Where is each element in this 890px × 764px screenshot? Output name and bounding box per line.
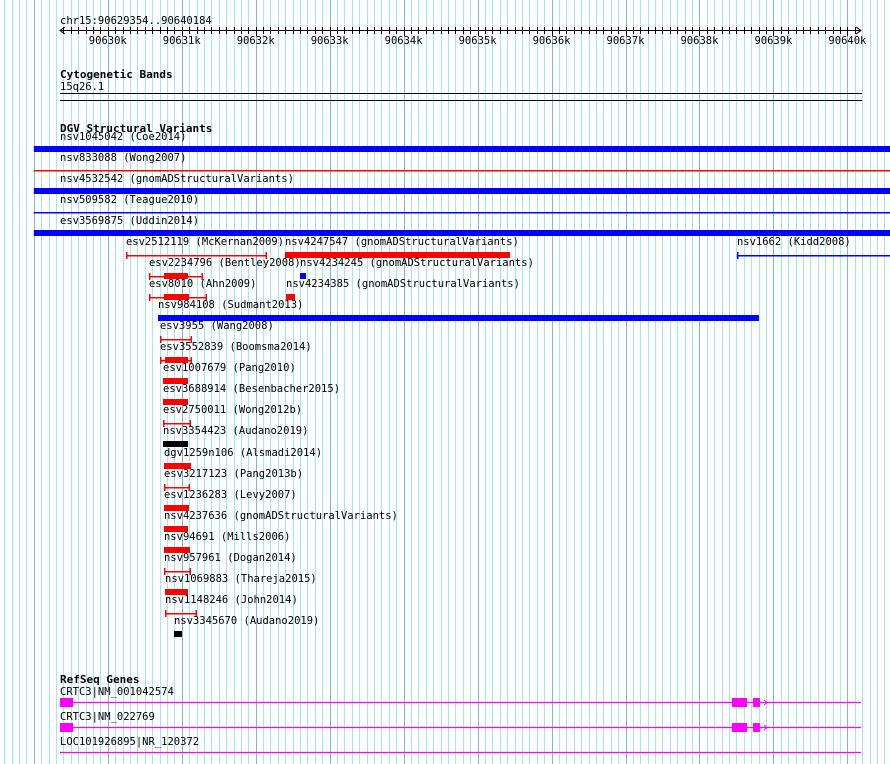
gene-exon[interactable] bbox=[753, 698, 760, 707]
structural-variant-feature[interactable]: nsv833088 (Wong2007) bbox=[33, 152, 890, 172]
structural-variant-feature[interactable]: nsv1662 (Kidd2008) bbox=[736, 236, 890, 259]
genome-browser-canvas[interactable]: chr15:90629354..90640184 90630k 90631k 906… bbox=[0, 0, 890, 764]
variant-line[interactable] bbox=[33, 212, 890, 214]
variant-start-cap bbox=[159, 357, 162, 364]
structural-variant-feature[interactable]: esv2750011 (Wong2012b) bbox=[163, 404, 302, 427]
variant-label: esv1007679 (Pang2010) bbox=[163, 362, 296, 374]
variant-label: nsv509582 (Teague2010) bbox=[60, 194, 199, 206]
structural-variant-feature[interactable]: esv3552839 (Boomsma2014) bbox=[159, 341, 312, 364]
variant-line[interactable] bbox=[33, 170, 890, 172]
structural-variant-feature[interactable]: esv2512119 (McKernan2009) bbox=[125, 236, 284, 259]
variant-label: nsv957961 (Dogan2014) bbox=[164, 552, 297, 564]
ruler-tick-label: 90630k bbox=[89, 35, 128, 47]
track-divider bbox=[60, 100, 862, 101]
structural-variant-feature[interactable]: esv3569875 (Uddin2014) bbox=[33, 215, 890, 236]
structural-variant-feature[interactable]: nsv1148246 (John2014) bbox=[165, 594, 298, 617]
variant-start-cap bbox=[148, 294, 151, 301]
structural-variant-feature[interactable]: nsv957961 (Dogan2014) bbox=[163, 552, 297, 575]
ruler-tick-label: 90633k bbox=[311, 35, 350, 47]
variant-label: nsv4532542 (gnomADStructuralVariants) bbox=[60, 173, 294, 185]
variant-label: esv3688914 (Besenbacher2015) bbox=[163, 383, 340, 395]
gene-exon[interactable] bbox=[753, 723, 760, 732]
grid-lines bbox=[4, 0, 885, 764]
structural-variant-feature[interactable]: nsv1045042 (Coe2014) bbox=[33, 131, 890, 152]
ruler-tick-label: 90639k bbox=[754, 35, 793, 47]
ruler-tick-label: 90635k bbox=[459, 35, 498, 47]
gene-feature[interactable]: CRTC3|NM_001042574 bbox=[60, 686, 861, 707]
gene-label: CRTC3|NM_022769 bbox=[60, 711, 155, 723]
variant-label: nsv1045042 (Coe2014) bbox=[60, 131, 186, 143]
structural-variant-feature[interactable]: nsv4247547 (gnomADStructuralVariants) bbox=[284, 236, 519, 258]
variant-label: nsv1148246 (John2014) bbox=[165, 594, 298, 606]
refseq-track-title: RefSeq Genes bbox=[60, 673, 139, 686]
variant-label: nsv4247547 (gnomADStructuralVariants) bbox=[285, 236, 519, 248]
variant-label: esv8010 (Ahn2009) bbox=[149, 278, 256, 290]
variant-label: nsv1069883 (Thareja2015) bbox=[165, 573, 317, 585]
structural-variant-feature[interactable]: nsv509582 (Teague2010) bbox=[33, 194, 890, 214]
variant-label: esv2512119 (McKernan2009) bbox=[126, 236, 284, 248]
structural-variant-feature[interactable]: nsv94691 (Mills2006) bbox=[163, 531, 290, 553]
gene-label: CRTC3|NM_001042574 bbox=[60, 686, 174, 698]
variant-line[interactable] bbox=[736, 255, 890, 257]
ruler-tick-label: 90638k bbox=[680, 35, 719, 47]
ruler-tick-label: 90632k bbox=[237, 35, 276, 47]
variant-label: esv3217123 (Pang2013b) bbox=[164, 468, 303, 480]
variant-label: dgv1259n106 (Alsmadi2014) bbox=[164, 447, 322, 459]
structural-variant-feature[interactable]: esv8010 (Ahn2009) bbox=[148, 278, 256, 301]
gene-exon[interactable] bbox=[60, 723, 74, 732]
cytogenetic-bands-track: Cytogenetic Bands 15q26.1 bbox=[60, 68, 862, 101]
ruler-tick-label: 90631k bbox=[163, 35, 202, 47]
gene-exon[interactable] bbox=[732, 698, 748, 707]
variant-label: nsv1662 (Kidd2008) bbox=[737, 236, 851, 248]
gene-exon[interactable] bbox=[60, 698, 74, 707]
structural-variant-feature[interactable]: esv2234796 (Bentley2008) bbox=[148, 257, 301, 280]
variant-start-cap bbox=[125, 252, 128, 259]
variant-label: nsv833088 (Wong2007) bbox=[60, 152, 186, 164]
variant-label: esv3552839 (Boomsma2014) bbox=[160, 341, 312, 353]
variant-label: esv2750011 (Wong2012b) bbox=[163, 404, 302, 416]
ruler-tick-label: 90640k bbox=[828, 35, 867, 47]
gene-label: LOC101926895|NR_120372 bbox=[60, 736, 199, 748]
location-label: chr15:90629354..90640184 bbox=[60, 15, 212, 27]
variant-label: nsv3354423 (Audano2019) bbox=[163, 425, 308, 437]
structural-variant-feature[interactable]: nsv3345670 (Audano2019) bbox=[173, 615, 319, 637]
variant-label: esv1236283 (Levy2007) bbox=[164, 489, 297, 501]
variant-start-cap bbox=[736, 252, 739, 259]
variant-label: nsv94691 (Mills2006) bbox=[164, 531, 290, 543]
cytoband-label: 15q26.1 bbox=[60, 81, 104, 93]
structural-variant-feature[interactable]: dgv1259n106 (Alsmadi2014) bbox=[163, 447, 322, 469]
structural-variant-feature[interactable]: nsv4234385 (gnomADStructuralVariants) bbox=[286, 278, 520, 300]
variant-label: nsv4237636 (gnomADStructuralVariants) bbox=[164, 510, 398, 522]
ruler-tick-label: 90637k bbox=[607, 35, 646, 47]
variant-label: esv3955 (Wang2008) bbox=[160, 320, 274, 332]
refseq-genes-track: RefSeq Genes CRTC3|NM_001042574 CRTC3|NM_… bbox=[60, 673, 861, 754]
variant-label: nsv984108 (Sudmant2013) bbox=[158, 299, 303, 311]
variant-label: esv2234796 (Bentley2008) bbox=[149, 257, 301, 269]
ruler-tick-label: 90634k bbox=[385, 35, 424, 47]
cytogenetic-bands-title: Cytogenetic Bands bbox=[60, 68, 173, 81]
variant-start-cap bbox=[165, 610, 167, 617]
ruler-tick-label: 90636k bbox=[533, 35, 572, 47]
structural-variant-feature[interactable]: esv1236283 (Levy2007) bbox=[163, 489, 297, 511]
cytoband-bar[interactable] bbox=[60, 93, 862, 94]
structural-variant-feature[interactable]: nsv4237636 (gnomADStructuralVariants) bbox=[163, 510, 398, 532]
structural-variant-feature[interactable]: esv1007679 (Pang2010) bbox=[163, 362, 296, 384]
variant-bar[interactable] bbox=[173, 631, 182, 637]
structural-variant-feature[interactable]: nsv3354423 (Audano2019) bbox=[163, 425, 308, 447]
gene-exon[interactable] bbox=[732, 723, 748, 732]
dgv-structural-variants-track: DGV Structural Variants nsv1045042 (Coe2… bbox=[33, 122, 890, 637]
gene-feature[interactable]: CRTC3|NM_022769 bbox=[60, 711, 861, 732]
structural-variant-feature[interactable]: nsv4532542 (gnomADStructuralVariants) bbox=[33, 173, 890, 194]
structural-variant-feature[interactable]: nsv984108 (Sudmant2013) bbox=[157, 299, 759, 321]
gene-feature[interactable]: LOC101926895|NR_120372 bbox=[60, 736, 861, 754]
structural-variant-feature[interactable]: esv3217123 (Pang2013b) bbox=[163, 468, 303, 491]
variant-label: nsv4234245 (gnomADStructuralVariants) bbox=[300, 257, 534, 269]
variant-label: esv3569875 (Uddin2014) bbox=[60, 215, 199, 227]
variant-label: nsv3345670 (Audano2019) bbox=[174, 615, 319, 627]
structural-variant-feature[interactable]: nsv4234245 (gnomADStructuralVariants) bbox=[300, 257, 534, 279]
variant-label: nsv4234385 (gnomADStructuralVariants) bbox=[286, 278, 520, 290]
